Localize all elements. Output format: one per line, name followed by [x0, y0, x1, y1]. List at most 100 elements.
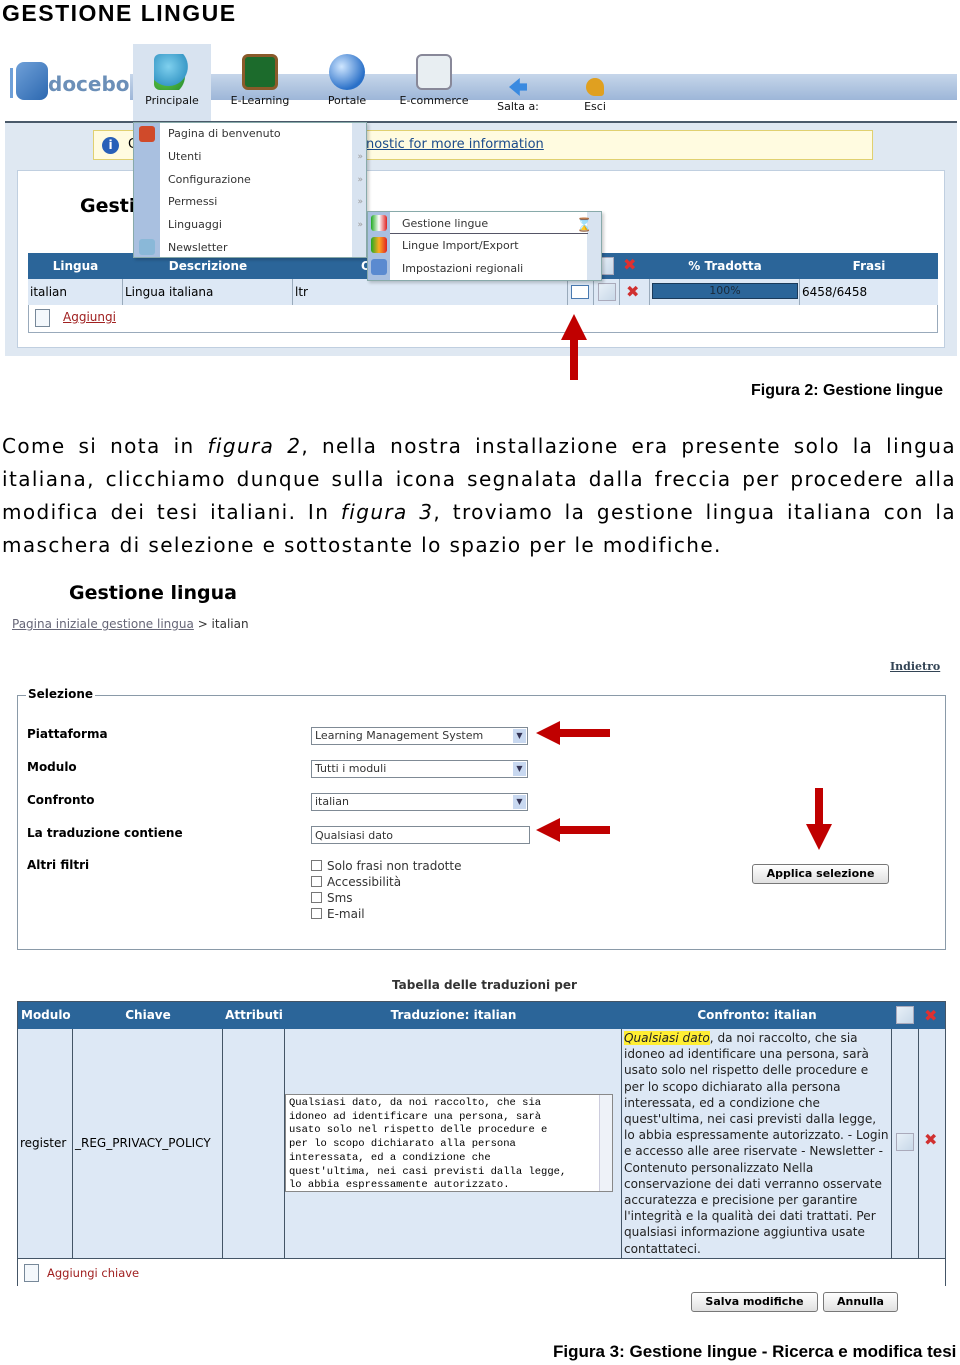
label-modulo: Modulo	[27, 760, 77, 774]
breadcrumb-link[interactable]: Pagina iniziale gestione lingua	[12, 617, 194, 631]
breadcrumb: Pagina iniziale gestione lingua > italia…	[12, 617, 249, 631]
col-traduzione: Traduzione: italian	[285, 1002, 622, 1029]
back-arrow-icon	[509, 78, 527, 96]
col-confronto: Confronto: italian	[622, 1002, 892, 1029]
translation-textarea[interactable]: Qualsiasi dato, da noi raccolto, che sia…	[285, 1094, 613, 1192]
aggiungi-link[interactable]: Aggiungi	[63, 310, 116, 324]
top-navigation: docebo Principale E-Learning Portale E-c…	[5, 44, 957, 123]
figure-2-screenshot: docebo Principale E-Learning Portale E-c…	[5, 44, 957, 356]
search-highlight: Qualsiasi dato	[624, 1031, 710, 1045]
chevron-down-icon: ▼	[513, 795, 526, 809]
annotation-arrow-up	[561, 314, 587, 380]
page-title: Gesti	[80, 195, 136, 217]
cell-descrizione: Lingua italiana	[123, 279, 293, 305]
chevron-right-icon: »	[357, 197, 363, 207]
keys-icon	[586, 78, 604, 96]
menu-item-linguaggi[interactable]: Linguaggi	[168, 218, 222, 231]
col-lingua: Lingua	[28, 253, 123, 279]
checkbox-accessibilita[interactable]: Accessibilità	[311, 875, 401, 889]
menu-item-pagina-benvenuto[interactable]: Pagina di benvenuto	[168, 127, 281, 140]
salva-modifiche-button[interactable]: Salva modifiche	[691, 1292, 818, 1312]
checkbox-box[interactable]	[311, 908, 322, 919]
cell-orientamento: ltr	[293, 279, 568, 305]
calculator-icon	[416, 54, 452, 90]
chevron-down-icon: ▼	[513, 729, 526, 743]
confronto-select[interactable]: italian ▼	[311, 793, 528, 811]
textarea-scrollbar[interactable]	[599, 1095, 612, 1191]
delete-icon: ✖	[623, 255, 637, 274]
menu-item-newsletter[interactable]: Newsletter	[168, 241, 227, 254]
indietro-link[interactable]: Indietro	[890, 660, 940, 673]
submenu-impostazioni-regionali[interactable]: Impostazioni regionali	[402, 262, 523, 275]
nav-esci[interactable]: Esci	[577, 44, 613, 122]
nav-e-commerce[interactable]: E-commerce	[398, 44, 470, 122]
chevron-right-icon: »	[357, 152, 363, 162]
italy-flag-icon	[371, 215, 387, 231]
modulo-select[interactable]: Tutti i moduli ▼	[311, 760, 528, 778]
info-icon: i	[102, 137, 119, 154]
hourglass-icon: ⌛	[576, 218, 593, 233]
add-key-icon	[24, 1264, 39, 1282]
edit-translation-icon[interactable]	[896, 1133, 914, 1151]
principale-menu: Pagina di benvenuto Utenti » Configurazio…	[133, 122, 367, 258]
annotation-arrow-left-piattaforma	[536, 721, 610, 745]
applica-selezione-button[interactable]: Applica selezione	[752, 864, 889, 884]
checkbox-box[interactable]	[311, 876, 322, 887]
nav-e-learning[interactable]: E-Learning	[225, 44, 295, 122]
cell-modulo: register	[20, 1136, 67, 1150]
translations-list-icon[interactable]	[571, 285, 589, 299]
translation-progress: 100%	[652, 283, 798, 299]
col-percent-tradotta: % Tradotta	[650, 253, 800, 279]
nav-principale[interactable]: Principale	[133, 44, 211, 122]
submenu-import-export[interactable]: Lingue Import/Export	[402, 239, 519, 252]
label-traduzione-contiene: La traduzione contiene	[27, 826, 183, 840]
label-confronto: Confronto	[27, 793, 95, 807]
checkbox-solo-non-tradotte[interactable]: Solo frasi non tradotte	[311, 859, 461, 873]
figure-3-caption: Figura 3: Gestione lingue - Ricerca e mo…	[553, 1342, 957, 1361]
menu-item-utenti[interactable]: Utenti	[168, 150, 201, 163]
body-paragraph: Come si nota in figura 2, nella nostra i…	[2, 434, 956, 557]
checkbox-box[interactable]	[311, 860, 322, 871]
fieldset-legend: Selezione	[26, 687, 96, 701]
checkbox-box[interactable]	[311, 892, 322, 903]
checkbox-sms[interactable]: Sms	[311, 891, 353, 905]
globe-icon	[329, 54, 365, 90]
cell-attributi	[223, 1029, 285, 1258]
label-piattaforma: Piattaforma	[27, 727, 108, 741]
delete-translation-icon[interactable]: ✖	[924, 1130, 937, 1149]
nav-salta-a[interactable]: Salta a:	[493, 44, 543, 122]
arrow-shape	[561, 314, 587, 380]
figure-2-caption: Figura 2: Gestione lingue	[751, 382, 944, 399]
aggiungi-chiave-link[interactable]: Aggiungi chiave	[47, 1266, 139, 1280]
col-modulo: Modulo	[18, 1002, 73, 1029]
label-altri-filtri: Altri filtri	[27, 858, 90, 872]
menu-item-configurazione[interactable]: Configurazione	[168, 173, 251, 186]
cell-chiave: _REG_PRIVACY_POLICY	[75, 1136, 211, 1150]
gestione-lingua-title: Gestione lingua	[69, 582, 237, 604]
piattaforma-select[interactable]: Learning Management System ▼	[311, 727, 528, 745]
menu-item-permessi[interactable]: Permessi	[168, 195, 217, 208]
comparison-text: Qualsiasi dato, da noi raccolto, che sia…	[624, 1031, 889, 1256]
import-export-icon	[371, 237, 387, 253]
submenu-gestione-lingue[interactable]: Gestione lingue	[402, 217, 488, 230]
table-caption: Tabella delle traduzioni per	[392, 978, 577, 992]
linguaggi-submenu: ⌛ Gestione lingue Lingue Import/Export I…	[367, 211, 602, 281]
add-icon	[35, 309, 50, 327]
annulla-button[interactable]: Annulla	[823, 1292, 898, 1312]
chevron-down-icon: ▼	[513, 762, 526, 776]
col-chiave: Chiave	[73, 1002, 223, 1029]
checkbox-email[interactable]: E-mail	[311, 907, 365, 921]
pencil-icon	[896, 1006, 914, 1024]
nav-portale[interactable]: Portale	[323, 44, 371, 122]
delete-language-icon[interactable]: ✖	[626, 279, 639, 305]
annotation-arrow-down	[806, 788, 832, 850]
diagnostic-link[interactable]: nostic for more information	[366, 137, 544, 152]
col-attributi: Attributi	[223, 1002, 285, 1029]
edit-icon[interactable]	[598, 283, 616, 301]
cell-lingua: italian	[28, 279, 123, 305]
chevron-right-icon: »	[357, 175, 363, 185]
chevron-right-icon: »	[357, 220, 363, 230]
col-frasi: Frasi	[800, 253, 938, 279]
traduzione-contiene-input[interactable]	[311, 826, 530, 844]
users-icon	[154, 54, 190, 90]
